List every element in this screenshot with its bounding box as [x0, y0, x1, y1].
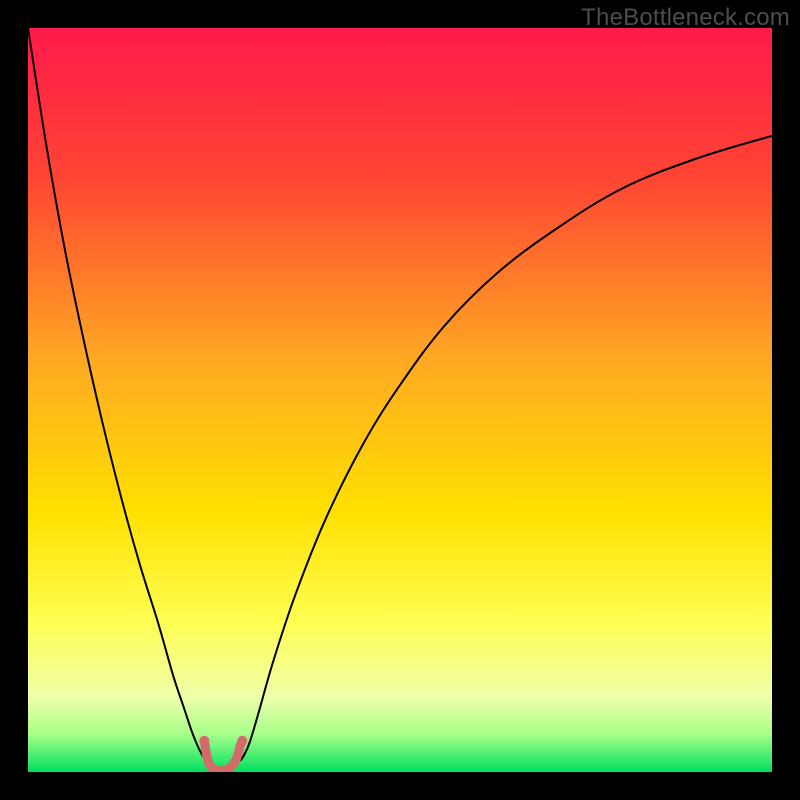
gradient-background [28, 28, 772, 772]
bottleneck-curve-chart [28, 28, 772, 772]
chart-stage: TheBottleneck.com [0, 0, 800, 800]
series-trough-marker-endcap [237, 736, 247, 746]
series-trough-marker-endcap [199, 736, 209, 746]
